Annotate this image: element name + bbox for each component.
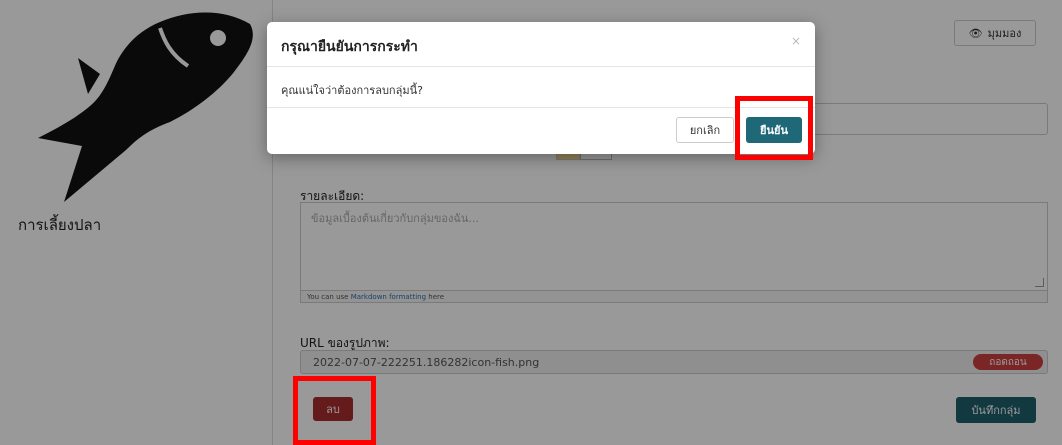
dialog-header: กรุณายืนยันการกระทำ × [267,22,815,67]
delete-highlight-box [293,376,376,445]
dialog-message: คุณแน่ใจว่าต้องการลบกลุ่มนี้? [281,84,423,97]
dialog-body: คุณแน่ใจว่าต้องการลบกลุ่มนี้? [267,67,815,108]
cancel-button[interactable]: ยกเลิก [676,117,734,143]
close-icon[interactable]: × [791,34,801,48]
confirm-dialog: กรุณายืนยันการกระทำ × คุณแน่ใจว่าต้องการ… [267,22,815,154]
dialog-title: กรุณายืนยันการกระทำ [281,39,418,55]
confirm-highlight-box [735,96,813,160]
